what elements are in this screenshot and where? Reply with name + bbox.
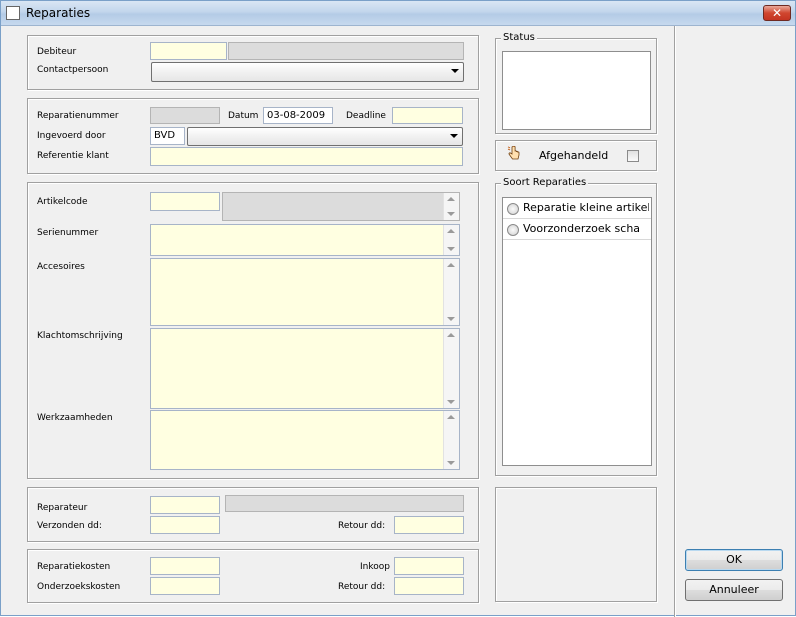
status-legend: Status — [501, 32, 537, 43]
scrollbar[interactable] — [443, 193, 459, 220]
scroll-down-icon[interactable] — [447, 461, 455, 465]
onderzoekskosten-label: Onderzoekskosten — [37, 582, 121, 592]
radio-button[interactable] — [507, 224, 519, 236]
onderzoekskosten-input[interactable] — [150, 577, 220, 595]
soort-option-voorzonderzoek[interactable]: Voorzonderzoek scha — [503, 219, 651, 240]
werkzaamheden-input[interactable] — [150, 410, 460, 470]
soort-option-label: Voorzonderzoek scha — [523, 222, 641, 235]
contactpersoon-label: Contactpersoon — [37, 65, 109, 75]
reparatienummer-label: Reparatienummer — [37, 111, 119, 121]
datum-label: Datum — [228, 111, 259, 121]
inkoop-input[interactable] — [394, 557, 464, 575]
extra-panel — [495, 487, 657, 602]
reparateur-input[interactable] — [150, 496, 220, 514]
verzonden-dd-label: Verzonden dd: — [37, 521, 102, 531]
werkzaamheden-label: Werkzaamheden — [37, 413, 113, 423]
retour-dd-label: Retour dd: — [338, 521, 386, 531]
scroll-up-icon[interactable] — [447, 263, 455, 267]
artikelcode-label: Artikelcode — [37, 197, 88, 207]
scrollbar[interactable] — [443, 225, 459, 255]
kosten-retour-dd-label: Retour dd: — [338, 582, 386, 592]
soort-reparaties-legend: Soort Reparaties — [501, 177, 589, 188]
referentie-klant-input[interactable] — [150, 147, 463, 166]
reparatienummer-field — [150, 107, 220, 124]
deadline-input[interactable] — [392, 107, 463, 124]
verzonden-dd-input[interactable] — [150, 516, 220, 534]
close-button[interactable]: ✕ — [763, 5, 791, 21]
status-box — [502, 51, 651, 130]
divider — [674, 26, 675, 617]
reparatiekosten-input[interactable] — [150, 557, 220, 575]
scroll-down-icon[interactable] — [447, 247, 455, 251]
datum-input[interactable]: 03-08-2009 — [263, 107, 333, 124]
accesoires-input[interactable] — [150, 258, 460, 326]
chevron-down-icon — [451, 69, 459, 73]
debiteur-name-field — [228, 42, 464, 60]
scroll-up-icon[interactable] — [447, 415, 455, 419]
klachtomschrijving-input[interactable] — [150, 328, 460, 409]
annuleer-button[interactable]: Annuleer — [685, 579, 783, 601]
radio-button[interactable] — [507, 203, 519, 215]
window-title: Reparaties — [26, 6, 91, 20]
scroll-down-icon[interactable] — [447, 317, 455, 321]
soort-option-reparatie[interactable]: Reparatie kleine artikel — [503, 198, 651, 219]
artikelcode-input[interactable] — [150, 192, 220, 211]
hand-pointer-icon — [507, 145, 521, 162]
reparateur-label: Reparateur — [37, 503, 88, 513]
chevron-down-icon — [450, 134, 458, 138]
retour-dd-input[interactable] — [394, 516, 464, 534]
scroll-up-icon[interactable] — [447, 333, 455, 337]
soort-option-label: Reparatie kleine artikel — [523, 201, 649, 214]
inkoop-label: Inkoop — [360, 562, 390, 572]
ingevoerd-code-input[interactable]: BVD — [150, 127, 185, 145]
window-icon — [6, 6, 20, 20]
reparaties-window: Reparaties ✕ Debiteur Contactpersoon Rep… — [0, 0, 796, 617]
referentie-klant-label: Referentie klant — [37, 151, 109, 161]
afgehandeld-checkbox[interactable] — [627, 150, 639, 162]
scroll-up-icon[interactable] — [447, 229, 455, 233]
scroll-down-icon[interactable] — [447, 212, 455, 216]
title-bar[interactable]: Reparaties ✕ — [1, 1, 795, 26]
ok-button[interactable]: OK — [685, 549, 783, 571]
reparatiekosten-label: Reparatiekosten — [37, 562, 111, 572]
serienummer-input[interactable] — [150, 224, 460, 256]
scroll-up-icon[interactable] — [447, 197, 455, 201]
scrollbar[interactable] — [443, 411, 459, 469]
scrollbar[interactable] — [443, 329, 459, 408]
debiteur-input[interactable] — [150, 42, 227, 60]
accesoires-label: Accesoires — [37, 262, 85, 272]
scroll-down-icon[interactable] — [447, 400, 455, 404]
deadline-label: Deadline — [346, 111, 386, 121]
serienummer-label: Serienummer — [37, 228, 99, 238]
klachtomschrijving-label: Klachtomschrijving — [37, 331, 123, 341]
scrollbar[interactable] — [443, 259, 459, 325]
artikel-omschrijving-field — [222, 192, 460, 221]
contactpersoon-dropdown[interactable] — [151, 62, 464, 82]
ingevoerd-door-dropdown[interactable] — [187, 127, 463, 146]
kosten-retour-dd-input[interactable] — [394, 577, 464, 595]
afgehandeld-label: Afgehandeld — [539, 149, 609, 162]
reparateur-name-field — [225, 495, 464, 512]
debiteur-label: Debiteur — [37, 47, 77, 57]
ingevoerd-door-label: Ingevoerd door — [37, 131, 106, 141]
soort-reparaties-list: Reparatie kleine artikel Voorzonderzoek … — [502, 197, 652, 466]
